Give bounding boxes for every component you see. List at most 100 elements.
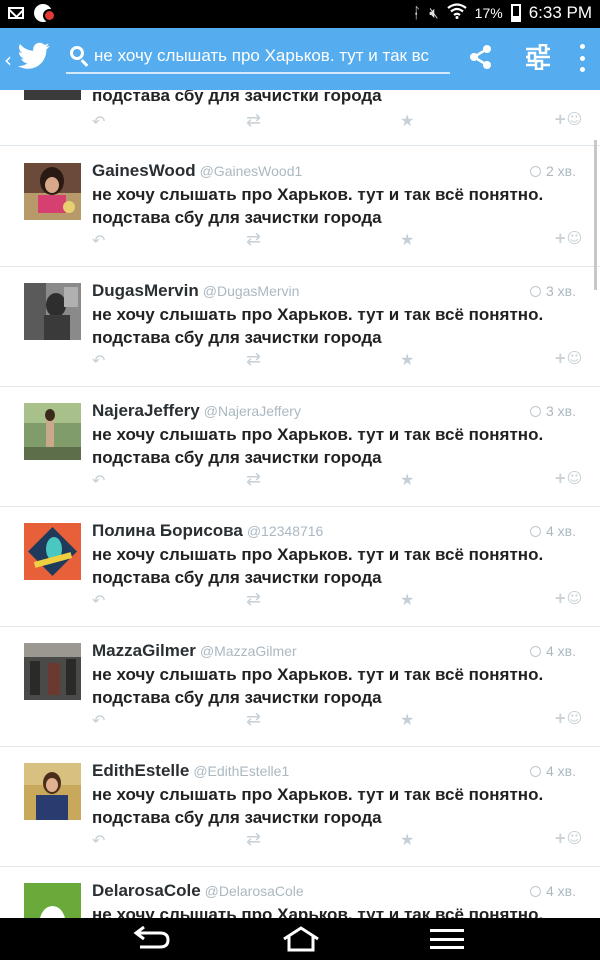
nav-home-icon[interactable] bbox=[280, 926, 322, 952]
tweet[interactable]: EdithEstelle @EdithEstelle1 4 хв. не хочу… bbox=[0, 747, 600, 867]
tweet-time: 3 хв. bbox=[545, 283, 576, 299]
tweet-text: не хочу слышать про Харьков. тут и так в… bbox=[92, 185, 544, 227]
reply-icon[interactable]: ↶ bbox=[92, 351, 105, 370]
tweet[interactable]: NajeraJeffery @NajeraJeffery 3 хв. не хоч… bbox=[0, 387, 600, 507]
tweet-time: 4 хв. bbox=[545, 883, 576, 899]
retweet-icon[interactable]: ⇄ bbox=[246, 469, 261, 490]
follow-icon[interactable]: +☺ bbox=[554, 829, 582, 847]
tweet-handle[interactable]: @EdithEstelle1 bbox=[193, 763, 289, 779]
reply-icon[interactable]: ↶ bbox=[92, 112, 105, 131]
tweet-text: не хочу слышать про Харьков. тут и так в… bbox=[92, 905, 544, 918]
nav-back-icon[interactable] bbox=[130, 926, 172, 952]
tweet-author-name[interactable]: NajeraJeffery bbox=[92, 401, 200, 420]
tweet-actions: ↶ ⇄ ★ +☺ bbox=[0, 110, 600, 134]
battery-percent: 17% bbox=[474, 5, 503, 21]
nav-menu-icon[interactable] bbox=[430, 929, 464, 949]
notification-icon bbox=[34, 4, 56, 22]
follow-icon[interactable]: +☺ bbox=[554, 469, 582, 487]
avatar[interactable] bbox=[24, 763, 81, 820]
tweet[interactable]: Полина Борисова @12348716 4 хв. не хочу с… bbox=[0, 507, 600, 627]
tweet-partial[interactable]: подстава сбу для зачистки города ↶ ⇄ ★ +… bbox=[0, 90, 600, 146]
tweet-author-name[interactable]: EdithEstelle bbox=[92, 761, 189, 780]
tweet-text: не хочу слышать про Харьков. тут и так в… bbox=[92, 425, 544, 467]
tweet-text: не хочу слышать про Харьков. тут и так в… bbox=[92, 305, 544, 347]
avatar[interactable] bbox=[24, 403, 81, 460]
globe-icon bbox=[529, 766, 541, 777]
retweet-icon[interactable]: ⇄ bbox=[246, 110, 261, 131]
favorite-star-icon[interactable]: ★ bbox=[400, 470, 414, 489]
favorite-star-icon[interactable]: ★ bbox=[400, 710, 414, 729]
retweet-icon[interactable]: ⇄ bbox=[246, 709, 261, 730]
tweet-author-name[interactable]: MazzaGilmer bbox=[92, 641, 196, 660]
volume-muted-icon: 🔇︎ bbox=[429, 4, 439, 22]
favorite-star-icon[interactable]: ★ bbox=[400, 830, 414, 849]
reply-icon[interactable]: ↶ bbox=[92, 471, 105, 490]
tweet-author-name[interactable]: DugasMervin bbox=[92, 281, 199, 300]
tweet-handle[interactable]: @12348716 bbox=[247, 523, 324, 539]
tweet-handle[interactable]: @DelarosaCole bbox=[205, 883, 304, 899]
filter-icon[interactable] bbox=[524, 44, 552, 70]
app-bar: ‹ не хочу слышать про Харьков. тут и так… bbox=[0, 28, 600, 90]
retweet-icon[interactable]: ⇄ bbox=[246, 229, 261, 250]
tweet-text: не хочу слышать про Харьков. тут и так в… bbox=[92, 785, 544, 827]
tweet-handle[interactable]: @GainesWood1 bbox=[200, 163, 303, 179]
tweet-time: 4 хв. bbox=[545, 643, 576, 659]
clock: 6:33 PM bbox=[528, 3, 592, 22]
scrollbar[interactable] bbox=[594, 140, 597, 290]
favorite-star-icon[interactable]: ★ bbox=[400, 590, 414, 609]
retweet-icon[interactable]: ⇄ bbox=[246, 589, 261, 610]
tweet-actions: ↶ ⇄ ★ +☺ bbox=[0, 589, 600, 613]
reply-icon[interactable]: ↶ bbox=[92, 231, 105, 250]
avatar[interactable] bbox=[24, 283, 81, 340]
tweet-handle[interactable]: @NajeraJeffery bbox=[204, 403, 301, 419]
tweet-text: не хочу слышать про Харьков. тут и так в… bbox=[92, 545, 544, 587]
favorite-star-icon[interactable]: ★ bbox=[400, 230, 414, 249]
tweet-text: не хочу слышать про Харьков. тут и так в… bbox=[92, 665, 544, 707]
favorite-star-icon[interactable]: ★ bbox=[400, 111, 414, 130]
search-icon bbox=[70, 46, 84, 60]
tweet-text: подстава сбу для зачистки города bbox=[92, 90, 382, 105]
follow-icon[interactable]: +☺ bbox=[554, 229, 582, 247]
bluetooth-icon: ᛛ bbox=[412, 4, 422, 22]
tweet[interactable]: GainesWood @GainesWood1 2 хв. не хочу слы… bbox=[0, 147, 600, 267]
tweet-timeline[interactable]: подстава сбу для зачистки города ↶ ⇄ ★ +… bbox=[0, 90, 600, 918]
tweet[interactable]: DelarosaCole @DelarosaCole 4 хв. не хочу … bbox=[0, 867, 600, 918]
globe-icon bbox=[529, 406, 541, 417]
tweet[interactable]: DugasMervin @DugasMervin 3 хв. не хочу сл… bbox=[0, 267, 600, 387]
reply-icon[interactable]: ↶ bbox=[92, 711, 105, 730]
globe-icon bbox=[529, 286, 541, 297]
follow-icon[interactable]: +☺ bbox=[554, 709, 582, 727]
tweet-handle[interactable]: @DugasMervin bbox=[203, 283, 300, 299]
globe-icon bbox=[529, 646, 541, 657]
tweet-actions: ↶ ⇄ ★ +☺ bbox=[0, 469, 600, 493]
tweet-author-name[interactable]: Полина Борисова bbox=[92, 521, 243, 540]
reply-icon[interactable]: ↶ bbox=[92, 831, 105, 850]
avatar[interactable] bbox=[24, 643, 81, 700]
twitter-bird-icon[interactable] bbox=[18, 42, 50, 70]
globe-icon bbox=[529, 886, 541, 897]
avatar[interactable] bbox=[24, 523, 81, 580]
avatar[interactable] bbox=[24, 90, 81, 100]
tweet-author-name[interactable]: GainesWood bbox=[92, 161, 196, 180]
globe-icon bbox=[529, 526, 541, 537]
avatar[interactable] bbox=[24, 163, 81, 220]
follow-icon[interactable]: +☺ bbox=[554, 589, 582, 607]
tweet-author-name[interactable]: DelarosaCole bbox=[92, 881, 201, 900]
share-icon[interactable] bbox=[468, 44, 494, 70]
tweet-handle[interactable]: @MazzaGilmer bbox=[200, 643, 297, 659]
search-field[interactable]: не хочу слышать про Харьков. тут и так в… bbox=[66, 40, 450, 74]
navigation-bar bbox=[0, 918, 600, 960]
reply-icon[interactable]: ↶ bbox=[92, 591, 105, 610]
avatar[interactable] bbox=[24, 883, 81, 918]
retweet-icon[interactable]: ⇄ bbox=[246, 349, 261, 370]
status-bar: ᛛ 🔇︎ 17% 6:33 PM bbox=[0, 0, 600, 28]
globe-icon bbox=[529, 166, 541, 177]
tweet[interactable]: MazzaGilmer @MazzaGilmer 4 хв. не хочу сл… bbox=[0, 627, 600, 747]
follow-icon[interactable]: +☺ bbox=[554, 349, 582, 367]
back-chevron-icon[interactable]: ‹ bbox=[4, 48, 12, 72]
overflow-menu-icon[interactable] bbox=[574, 44, 590, 72]
favorite-star-icon[interactable]: ★ bbox=[400, 350, 414, 369]
retweet-icon[interactable]: ⇄ bbox=[246, 829, 261, 850]
follow-icon[interactable]: +☺ bbox=[554, 110, 582, 128]
search-query[interactable]: не хочу слышать про Харьков. тут и так в… bbox=[94, 46, 446, 66]
